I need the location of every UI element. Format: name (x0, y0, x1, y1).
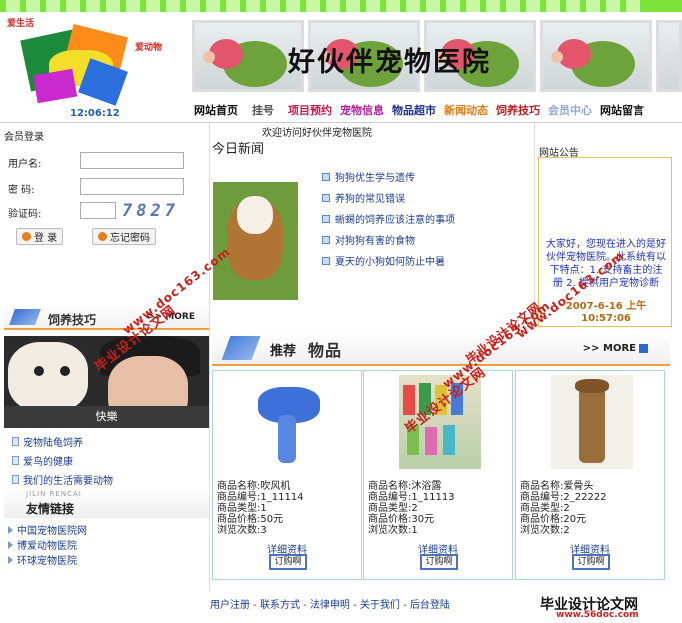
divider (0, 122, 682, 123)
buy-button[interactable]: 订购啊 (572, 554, 610, 570)
site-title: 好伙伴宠物医院 (288, 47, 491, 78)
arrow-right-icon[interactable] (639, 344, 648, 353)
recommend-subtitle: 物品 (308, 341, 343, 360)
top-stripe (0, 0, 682, 12)
friend-link[interactable]: 中国宠物医院网 (8, 522, 208, 537)
list-item[interactable]: 我们的生活需要动物 (12, 470, 208, 489)
product-image-bone[interactable] (551, 375, 633, 469)
logo-text-side: 爱动物 (135, 43, 163, 53)
password-field[interactable] (80, 178, 184, 195)
recommend-title: 推荐 (270, 344, 297, 359)
site-logo[interactable]: 爱生活 爱动物 (5, 16, 185, 120)
document-icon (12, 475, 19, 484)
buy-button[interactable]: 订购啊 (420, 554, 458, 570)
product-info: 商品名称:爱骨头 商品编号:2_22222 商品类型:2 商品价格:20元 浏览… (520, 481, 607, 536)
bullet-icon (322, 193, 330, 202)
news-item[interactable]: 养狗的常见错误 (322, 187, 532, 208)
username-field[interactable] (80, 152, 184, 169)
friend-link[interactable]: 环球宠物医院 (8, 552, 208, 567)
column-divider (209, 123, 210, 593)
footer-url: www.56doc.com (556, 610, 639, 620)
news-item[interactable]: 蜥蜴的饲养应该注意的事项 (322, 208, 532, 229)
tips-header: 饲养技巧 >> MORE (4, 304, 209, 330)
nav-item-pet-info[interactable]: 宠物信息 (336, 102, 388, 120)
product-card: 商品名称:吹风机 商品编号:1_11114 商品类型:1 商品价格:50元 浏览… (212, 370, 362, 580)
news-item[interactable]: 狗狗优生学与遗传 (322, 166, 532, 187)
news-list: 狗狗优生学与遗传 养狗的常见错误 蜥蜴的饲养应该注意的事项 对狗狗有害的食物 夏… (322, 166, 532, 271)
news-title: 今日新闻 (212, 142, 265, 157)
help-icon (98, 232, 107, 241)
product-info: 商品名称:沐浴露 商品编号:1_11113 商品类型:2 商品价格:30元 浏览… (368, 481, 455, 536)
nav-item-tips[interactable]: 饲养技巧 (492, 102, 544, 120)
links-header: JILIN RENCAI 友情链接 (4, 488, 209, 518)
captcha-field[interactable] (80, 202, 116, 219)
login-button[interactable]: 登 录 (16, 228, 64, 245)
footer-links[interactable]: 用户注册 - 联系方式 - 法律申明 - 关于我们 - 后台登陆 (210, 596, 450, 611)
news-item[interactable]: 夏天的小狗如何防止中暑 (322, 250, 532, 271)
arrow-icon (8, 555, 13, 564)
clock: 12:06:12 (70, 108, 120, 119)
news-item[interactable]: 对狗狗有害的食物 (322, 229, 532, 250)
tips-photo-caption: 快樂 (4, 406, 209, 428)
list-item[interactable]: 宠物陆龟饲养 (12, 432, 208, 451)
document-icon (12, 437, 19, 446)
arrow-icon (8, 540, 13, 549)
main-nav: 网站首页 挂号 项目预约 宠物信息 物品超市 新闻动态 饲养技巧 会员中心 网站… (190, 102, 682, 120)
list-item[interactable]: 爱鸟的健康 (12, 451, 208, 470)
links-title: 友情链接 (26, 502, 75, 516)
nav-item-register[interactable]: 挂号 (242, 102, 284, 120)
bullet-icon (322, 214, 330, 223)
login-title: 会员登录 (4, 132, 44, 143)
password-label: 密 码: (8, 185, 35, 196)
pencil-icon (9, 309, 41, 325)
bullet-icon (322, 235, 330, 244)
tips-list: 宠物陆龟饲养 爱鸟的健康 我们的生活需要动物 (12, 432, 208, 489)
news-photo (213, 182, 298, 300)
logo-text-top: 爱生活 (7, 19, 35, 29)
bullet-icon (322, 172, 330, 181)
captcha-label: 验证码: (8, 209, 42, 220)
links-list: 中国宠物医院网 博爱动物医院 环球宠物医院 (8, 522, 208, 567)
nav-item-guestbook[interactable]: 网站留言 (596, 102, 648, 120)
bullet-icon (322, 256, 330, 265)
product-image-hairdryer[interactable] (248, 375, 330, 469)
nav-item-news[interactable]: 新闻动态 (440, 102, 492, 120)
login-panel: 会员登录 用户名: 密 码: 验证码: 7827 登 录 忘记密码 (4, 124, 209, 300)
nav-item-shop[interactable]: 物品超市 (388, 102, 440, 120)
nav-item-home[interactable]: 网站首页 (190, 102, 242, 120)
product-card: 商品名称:爱骨头 商品编号:2_22222 商品类型:2 商品价格:20元 浏览… (515, 370, 665, 580)
captcha-image: 7827 (122, 201, 179, 221)
login-icon (22, 232, 31, 241)
header-banner: 好伙伴宠物医院 (190, 14, 682, 96)
recommend-more-link[interactable]: >> MORE (583, 343, 636, 354)
friend-link[interactable]: 博爱动物医院 (8, 537, 208, 552)
nav-item-appointment[interactable]: 项目预约 (284, 102, 336, 120)
nav-item-member[interactable]: 会员中心 (544, 102, 596, 120)
recommend-header: 推荐 物品 >> MORE (212, 332, 670, 366)
document-icon (12, 456, 19, 465)
arrow-icon (8, 525, 13, 534)
username-label: 用户名: (8, 159, 42, 170)
links-subtitle: JILIN RENCAI (26, 490, 82, 498)
tips-title: 饲养技巧 (48, 313, 97, 327)
buy-button[interactable]: 订购啊 (269, 554, 307, 570)
product-info: 商品名称:吹风机 商品编号:1_11114 商品类型:1 商品价格:50元 浏览… (217, 481, 304, 536)
forgot-password-button[interactable]: 忘记密码 (92, 228, 156, 245)
pencil-icon (221, 336, 261, 360)
welcome-text: 欢迎访问好伙伴宠物医院 (262, 128, 372, 139)
